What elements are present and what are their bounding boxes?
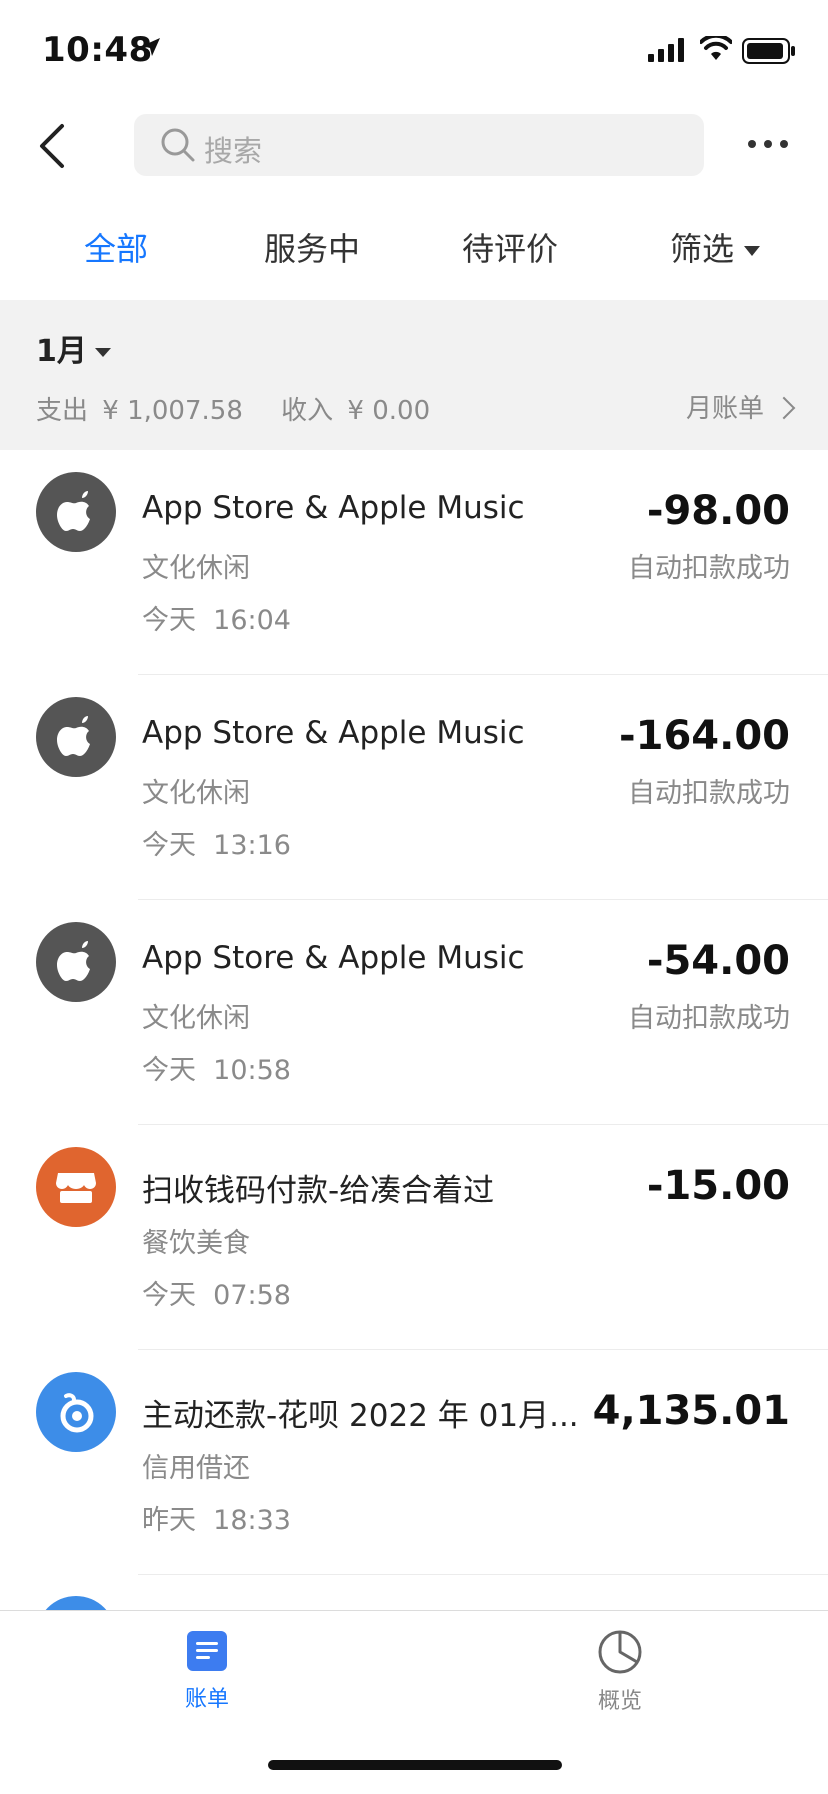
transaction-clock: 07:58 (213, 1280, 291, 1311)
apple-icon (36, 472, 116, 552)
tab-all[interactable]: 全部 (84, 224, 148, 270)
transaction-amount: -164.00 (619, 713, 790, 759)
transaction-title: 扫收钱码付款-给凑合着过 (142, 1173, 495, 1209)
income-value: ¥ 0.00 (347, 396, 431, 426)
tab-filter[interactable]: 筛选 (670, 224, 761, 270)
transaction-time: 今天 13:16 (142, 823, 291, 862)
transaction-clock: 16:04 (213, 605, 291, 636)
transaction-amount: -98.00 (646, 488, 790, 534)
more-dots-icon (748, 140, 788, 148)
location-arrow-icon (140, 36, 162, 62)
transaction-category: 文化休闲 (142, 778, 250, 809)
search-input[interactable]: 搜索 (134, 114, 704, 176)
transaction-day: 今天 (142, 830, 196, 861)
transaction-row[interactable]: App Store & Apple Music 文化休闲 今天 13:16 -1… (0, 675, 828, 900)
transaction-title: App Store & Apple Music (142, 715, 525, 751)
caret-down-icon (744, 246, 761, 256)
transaction-time: 昨天 18:33 (142, 1498, 291, 1537)
transaction-amount: 4,135.01 (592, 1388, 790, 1434)
transaction-title: App Store & Apple Music (142, 490, 525, 526)
nav-overview[interactable]: 概览 (540, 1629, 700, 1715)
chevron-left-icon (40, 124, 64, 168)
tab-pending-review[interactable]: 待评价 (462, 224, 558, 270)
tab-in-service[interactable]: 服务中 (264, 224, 360, 270)
income-label: 收入 (281, 396, 334, 426)
transaction-time: 今天 10:58 (142, 1048, 291, 1087)
caret-down-icon (94, 348, 111, 357)
monthly-bill-label: 月账单 (685, 394, 764, 424)
month-label: 1月 (36, 334, 87, 369)
pie-chart-icon (598, 1630, 642, 1674)
filter-tabs: 全部 服务中 待评价 筛选 (0, 200, 828, 296)
tab-filter-label: 筛选 (670, 230, 735, 268)
search-placeholder: 搜索 (204, 134, 263, 168)
nav-bill-label: 账单 (184, 1687, 229, 1712)
transaction-category: 文化休闲 (142, 1003, 250, 1034)
transaction-category: 信用借还 (142, 1453, 250, 1484)
apple-icon (36, 697, 116, 777)
store-icon (36, 1147, 116, 1227)
month-summary: 1月 支出 ¥ 1,007.58 收入 ¥ 0.00 月账单 (0, 300, 828, 450)
search-icon (160, 127, 196, 167)
transaction-day: 今天 (142, 605, 196, 636)
transaction-day: 今天 (142, 1055, 196, 1086)
transaction-list: App Store & Apple Music 文化休闲 今天 16:04 -9… (0, 450, 828, 1575)
transaction-status: 自动扣款成功 (628, 1003, 790, 1034)
home-indicator (268, 1760, 562, 1770)
chevron-right-icon (772, 396, 796, 419)
transaction-clock: 18:33 (213, 1505, 291, 1536)
transaction-title: 主动还款-花呗 2022 年 01月... (142, 1398, 579, 1434)
cellular-signal-icon (648, 38, 688, 66)
month-totals: 支出 ¥ 1,007.58 收入 ¥ 0.00 (36, 390, 436, 427)
wifi-icon (699, 33, 733, 66)
transaction-row[interactable]: 扫收钱码付款-给凑合着过 餐饮美食 今天 07:58 -15.00 (0, 1125, 828, 1350)
month-selector[interactable]: 1月 (36, 326, 111, 370)
transaction-row[interactable]: App Store & Apple Music 文化休闲 今天 10:58 -5… (0, 900, 828, 1125)
bill-icon (187, 1631, 227, 1671)
battery-icon (742, 38, 796, 68)
row-divider (138, 1574, 828, 1575)
transaction-title: App Store & Apple Music (142, 940, 525, 976)
transaction-clock: 10:58 (213, 1055, 291, 1086)
status-bar: 10:48 (0, 0, 828, 100)
expense-label: 支出 (36, 396, 89, 426)
transaction-row[interactable]: App Store & Apple Music 文化休闲 今天 16:04 -9… (0, 450, 828, 675)
transaction-clock: 13:16 (213, 830, 291, 861)
transaction-amount: -54.00 (646, 938, 790, 984)
back-button[interactable] (28, 118, 84, 174)
transaction-category: 餐饮美食 (142, 1228, 250, 1259)
transaction-amount: -15.00 (646, 1163, 790, 1209)
transaction-status: 自动扣款成功 (628, 778, 790, 809)
transaction-row[interactable]: 主动还款-花呗 2022 年 01月... 信用借还 昨天 18:33 4,13… (0, 1350, 828, 1575)
transaction-day: 昨天 (142, 1505, 196, 1536)
huabei-icon (36, 1372, 116, 1452)
transaction-category: 文化休闲 (142, 553, 250, 584)
transaction-time: 今天 07:58 (142, 1273, 291, 1312)
nav-bill[interactable]: 账单 (127, 1629, 287, 1713)
top-header: 搜索 (0, 100, 828, 192)
transaction-time: 今天 16:04 (142, 598, 291, 637)
status-time: 10:48 (42, 30, 153, 70)
more-options-button[interactable] (744, 124, 792, 164)
monthly-bill-link[interactable]: 月账单 (685, 388, 796, 425)
nav-overview-label: 概览 (597, 1689, 642, 1714)
expense-value: ¥ 1,007.58 (102, 396, 243, 426)
transaction-day: 今天 (142, 1280, 196, 1311)
apple-icon (36, 922, 116, 1002)
transaction-status: 自动扣款成功 (628, 553, 790, 584)
